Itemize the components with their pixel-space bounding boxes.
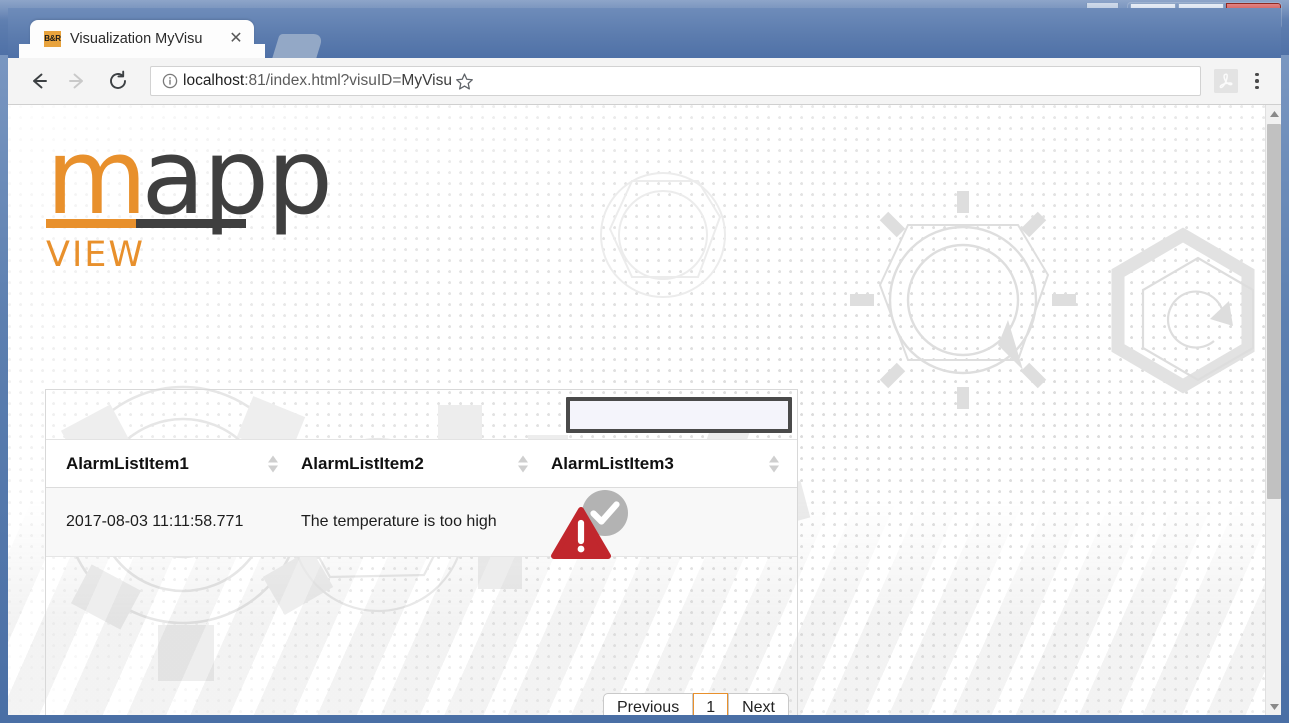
address-bar-url[interactable]: localhost:81/index.html?visuID=MyVisu bbox=[183, 72, 452, 90]
cell-message: The temperature is too high bbox=[301, 513, 497, 530]
os-window: B&R Visualization MyVisu ✕ localhost:81/… bbox=[0, 0, 1289, 723]
column-header-label: AlarmListItem3 bbox=[551, 453, 674, 473]
new-tab-button[interactable] bbox=[272, 34, 324, 58]
browser-toolbar: localhost:81/index.html?visuID=MyVisu bbox=[8, 58, 1281, 105]
sort-arrows-icon[interactable] bbox=[268, 455, 278, 472]
address-bar[interactable]: localhost:81/index.html?visuID=MyVisu bbox=[150, 66, 1201, 96]
alarm-list-toolbar bbox=[46, 390, 797, 439]
logo-underline bbox=[46, 219, 246, 228]
scrollbar-up-arrow-icon[interactable] bbox=[1266, 105, 1281, 122]
url-tail: MyVisu bbox=[401, 72, 452, 89]
alarm-list-search-input[interactable] bbox=[566, 396, 792, 433]
site-info-icon[interactable] bbox=[159, 73, 181, 89]
page-viewport: m app VIEW AlarmListItem1 AlarmListItem2… bbox=[8, 105, 1281, 715]
logo-letter-m: m bbox=[46, 116, 147, 238]
alarm-warning-triangle-icon bbox=[551, 507, 611, 559]
column-header-alarmlistitem2[interactable]: AlarmListItem2 bbox=[296, 440, 546, 487]
column-header-label: AlarmListItem1 bbox=[66, 453, 189, 473]
status-icon-stack bbox=[551, 489, 628, 559]
url-path: :81/index.html?visuID= bbox=[244, 72, 402, 89]
sort-arrows-icon[interactable] bbox=[518, 455, 528, 472]
menu-dot-icon bbox=[1255, 79, 1259, 83]
bookmark-star-icon[interactable] bbox=[452, 72, 478, 91]
pagination-next-button[interactable]: Next bbox=[728, 693, 789, 715]
chrome-browser-window: B&R Visualization MyVisu ✕ localhost:81/… bbox=[8, 8, 1281, 715]
column-header-label: AlarmListItem2 bbox=[301, 453, 424, 473]
cell-timestamp: 2017-08-03 11:11:58.771 bbox=[66, 513, 244, 530]
forward-button bbox=[58, 61, 98, 101]
pagination-previous-button[interactable]: Previous bbox=[602, 693, 694, 715]
column-header-alarmlistitem3[interactable]: AlarmListItem3 bbox=[546, 440, 797, 487]
mapp-view-logo: m app VIEW bbox=[46, 125, 333, 275]
scrollbar-thumb[interactable] bbox=[1267, 124, 1281, 499]
pagination-page-1-button[interactable]: 1 bbox=[693, 693, 729, 715]
chrome-menu-button[interactable] bbox=[1243, 64, 1271, 98]
browser-tab[interactable]: B&R Visualization MyVisu ✕ bbox=[19, 20, 265, 58]
menu-dot-icon bbox=[1255, 85, 1259, 90]
alarm-list-widget: AlarmListItem1 AlarmListItem2 AlarmListI… bbox=[45, 389, 798, 715]
logo-underline-orange bbox=[46, 219, 136, 228]
adobe-acrobat-extension-icon[interactable] bbox=[1209, 64, 1243, 98]
reload-button[interactable] bbox=[98, 61, 138, 101]
column-header-alarmlistitem1[interactable]: AlarmListItem1 bbox=[46, 440, 296, 487]
url-host: localhost bbox=[183, 72, 245, 89]
scrollbar-down-arrow-icon[interactable] bbox=[1266, 698, 1281, 715]
tab-close-icon[interactable]: ✕ bbox=[226, 29, 246, 49]
mapp-view-page: m app VIEW AlarmListItem1 AlarmListItem2… bbox=[8, 105, 1265, 715]
alarm-list-empty-area: Previous 1 Next bbox=[46, 557, 797, 715]
sort-arrows-icon[interactable] bbox=[769, 455, 779, 472]
back-button[interactable] bbox=[18, 61, 58, 101]
menu-dot-icon bbox=[1255, 72, 1259, 77]
logo-wordmark: m app bbox=[46, 125, 333, 229]
favicon-br-icon: B&R bbox=[44, 31, 61, 47]
alarm-list-header-row: AlarmListItem1 AlarmListItem2 AlarmListI… bbox=[46, 439, 797, 488]
tab-title: Visualization MyVisu bbox=[70, 31, 203, 47]
pagination: Previous 1 Next bbox=[602, 693, 789, 715]
logo-subtitle: VIEW bbox=[46, 235, 145, 275]
logo-letters-app: app bbox=[141, 116, 333, 238]
browser-tabstrip: B&R Visualization MyVisu ✕ bbox=[8, 8, 1281, 58]
cell-status bbox=[546, 488, 797, 559]
page-scrollbar[interactable] bbox=[1265, 105, 1281, 715]
logo-underline-dark bbox=[136, 219, 246, 228]
table-row[interactable]: 2017-08-03 11:11:58.771 The temperature … bbox=[46, 488, 797, 559]
